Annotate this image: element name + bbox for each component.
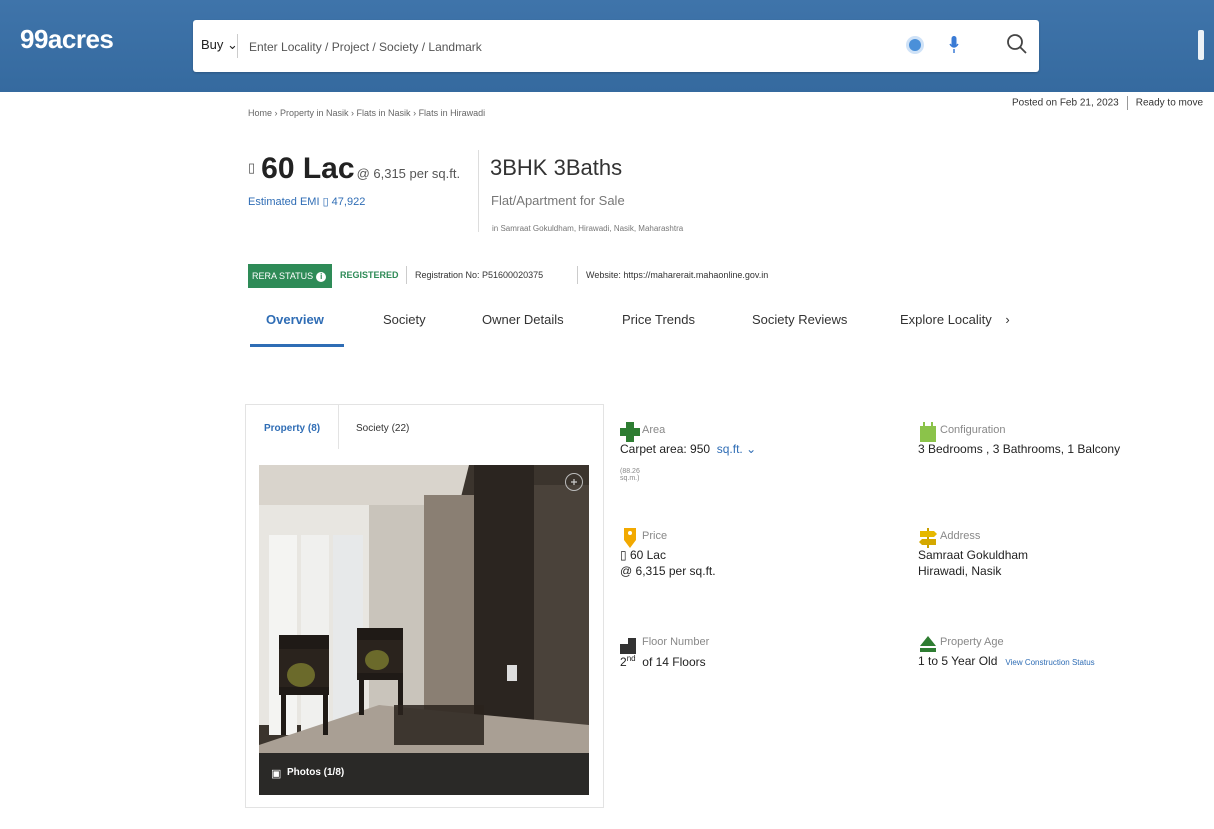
divider bbox=[237, 34, 238, 58]
tab-owner-details[interactable]: Owner Details bbox=[482, 312, 564, 327]
area-unit-label: sq.ft. bbox=[716, 442, 743, 456]
tab-overview[interactable]: Overview bbox=[266, 312, 324, 327]
breadcrumb-property-nasik[interactable]: Property in Nasik bbox=[280, 108, 349, 118]
price-per-sqft-value: @ 6,315 per sq.ft. bbox=[620, 564, 716, 578]
area-label: Area bbox=[642, 424, 666, 436]
mic-icon[interactable] bbox=[949, 34, 959, 56]
zoom-icon[interactable] bbox=[565, 473, 583, 491]
divider bbox=[406, 266, 407, 284]
search-icon[interactable] bbox=[1005, 32, 1029, 56]
rera-badge[interactable]: RERA STATUS i bbox=[248, 264, 332, 288]
address-line1: Samraat Gokuldham bbox=[918, 548, 1029, 562]
section-tabs: Overview Society Owner Details Price Tre… bbox=[248, 308, 1028, 348]
breadcrumb: Home › Property in Nasik › Flats in Nasi… bbox=[248, 108, 486, 118]
tab-explore-locality-label: Explore Locality bbox=[900, 312, 992, 327]
property-location: in Samraat Gokuldham, Hirawadi, Nasik, M… bbox=[492, 224, 684, 233]
photo-gallery: Property (8) Society (22) ▣ Photos (1/8) bbox=[245, 404, 604, 808]
breadcrumb-flats-nasik[interactable]: Flats in Nasik bbox=[357, 108, 411, 118]
floor-total: of 14 Floors bbox=[642, 655, 706, 669]
info-icon[interactable]: i bbox=[316, 272, 327, 282]
area-sqm: (88.26 sq.m.) bbox=[620, 468, 640, 482]
tab-society-reviews[interactable]: Society Reviews bbox=[752, 312, 847, 327]
property-photo[interactable]: ▣ Photos (1/8) bbox=[259, 465, 589, 795]
rera-status: REGISTERED bbox=[340, 270, 399, 280]
tab-society[interactable]: Society bbox=[383, 312, 426, 327]
price-amount: 60 Lac bbox=[261, 152, 355, 185]
search-input[interactable] bbox=[247, 33, 891, 61]
search-box: Buy ⌄ bbox=[193, 20, 1039, 72]
breadcrumb-home[interactable]: Home bbox=[248, 108, 272, 118]
site-logo[interactable]: 99acres bbox=[20, 24, 114, 55]
config-title: 3BHK 3Baths bbox=[490, 155, 623, 180]
property-type: Flat/Apartment for Sale bbox=[491, 193, 625, 208]
area-unit-dropdown[interactable]: sq.ft. ⌄ bbox=[717, 442, 756, 456]
signpost-icon bbox=[919, 528, 937, 548]
property-age-text: 1 to 5 Year Old bbox=[918, 654, 998, 668]
header-edge bbox=[1198, 30, 1204, 60]
price-label: Price bbox=[642, 530, 668, 542]
chevron-right-icon[interactable]: › bbox=[1005, 312, 1009, 327]
address-line2: Hirawadi, Nasik bbox=[918, 564, 1002, 578]
tab-society-photos[interactable]: Society (22) bbox=[356, 423, 409, 434]
rera-badge-label: RERA STATUS bbox=[252, 271, 314, 281]
image-icon: ▣ bbox=[271, 768, 282, 780]
divider bbox=[577, 266, 578, 284]
chevron-down-icon: ⌄ bbox=[746, 442, 757, 456]
buy-dropdown[interactable]: Buy ⌄ bbox=[201, 37, 238, 53]
address-label: Address bbox=[940, 530, 981, 542]
view-construction-status-link[interactable]: View Construction Status bbox=[1005, 658, 1094, 667]
property-age-icon bbox=[920, 636, 936, 652]
price-tag-icon bbox=[624, 528, 636, 548]
room-photo-image bbox=[259, 465, 589, 795]
emi-link[interactable]: Estimated EMI ▯ 47,922 bbox=[248, 195, 365, 208]
configuration-label: Configuration bbox=[940, 424, 1006, 436]
posted-date: Posted on Feb 21, 2023 bbox=[1012, 97, 1119, 109]
rera-website[interactable]: Website: https://maharerait.mahaonline.g… bbox=[586, 270, 768, 280]
locate-icon[interactable] bbox=[909, 39, 921, 51]
divider bbox=[338, 405, 339, 449]
rera-registration-no: Registration No: P51600020375 bbox=[415, 270, 544, 280]
posted-info: Posted on Feb 21, 2023 Ready to move bbox=[1012, 96, 1203, 110]
floor-number: 2 bbox=[620, 655, 627, 669]
price-heading: ▯ 60 Lac @ 6,315 per sq.ft. bbox=[248, 152, 460, 186]
configuration-value: 3 Bedrooms , 3 Bathrooms, 1 Balcony bbox=[918, 442, 1121, 456]
active-tab-indicator bbox=[250, 344, 344, 347]
price-per-sqft: @ 6,315 per sq.ft. bbox=[356, 166, 461, 181]
tab-explore-locality[interactable]: Explore Locality › bbox=[900, 312, 1010, 327]
floor-icon bbox=[620, 638, 636, 654]
property-age-value: 1 to 5 Year Old View Construction Status bbox=[918, 654, 1095, 668]
tab-property-photos[interactable]: Property (8) bbox=[264, 423, 320, 434]
rupee-icon: ▯ bbox=[248, 160, 256, 175]
area-carpet: Carpet area: 950 bbox=[620, 442, 711, 456]
area-icon bbox=[620, 422, 640, 442]
floor-label: Floor Number bbox=[642, 636, 710, 648]
possession-status: Ready to move bbox=[1135, 97, 1204, 109]
configuration-icon bbox=[920, 422, 936, 442]
header-bar: 99acres Buy ⌄ bbox=[0, 0, 1214, 92]
buy-label: Buy bbox=[201, 37, 224, 52]
tab-price-trends[interactable]: Price Trends bbox=[622, 312, 695, 327]
property-age-label: Property Age bbox=[940, 636, 1004, 648]
divider bbox=[478, 150, 479, 232]
photos-count: Photos (1/8) bbox=[287, 767, 345, 778]
area-value: Carpet area: 950 sq.ft. ⌄ bbox=[620, 442, 756, 456]
photos-bar[interactable]: ▣ Photos (1/8) bbox=[259, 753, 589, 795]
breadcrumb-flats-hirawadi[interactable]: Flats in Hirawadi bbox=[419, 108, 486, 118]
price-value: ▯ 60 Lac bbox=[620, 548, 666, 562]
divider bbox=[1126, 96, 1128, 110]
floor-value: 2nd of 14 Floors bbox=[620, 654, 706, 669]
floor-suffix: nd bbox=[626, 654, 636, 663]
